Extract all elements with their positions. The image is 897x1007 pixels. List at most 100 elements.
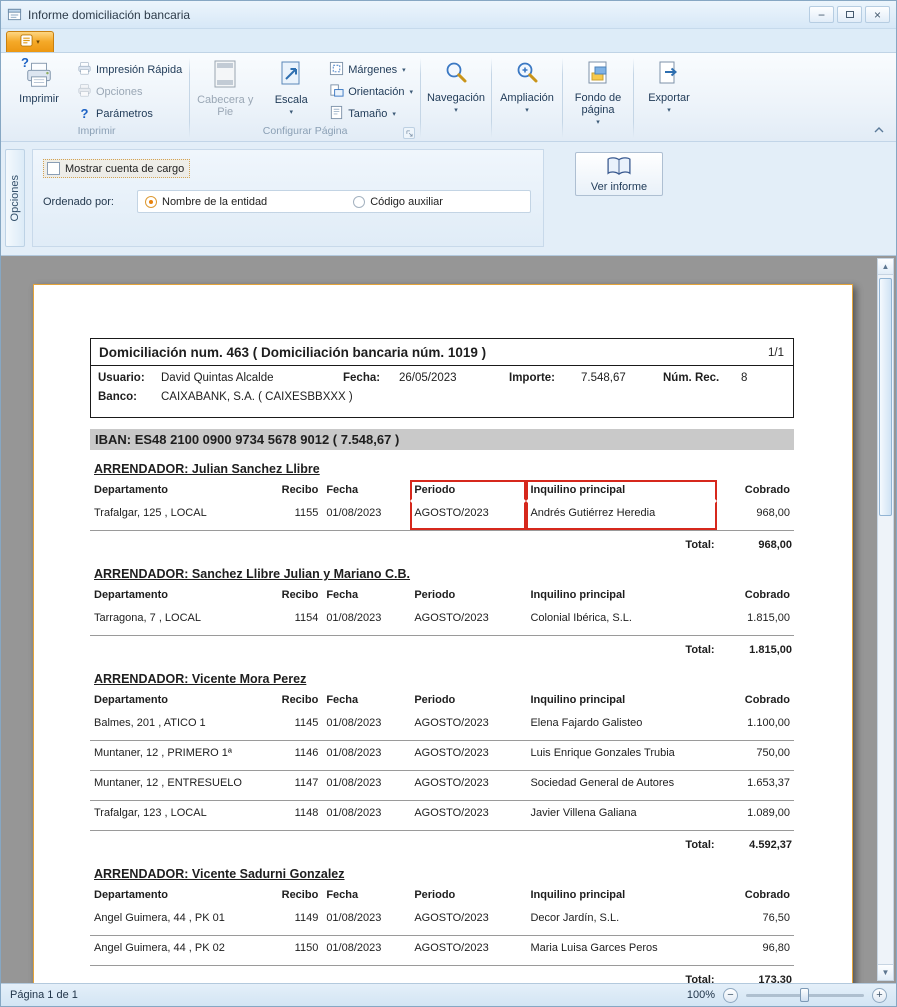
col-header-inquilino-highlighted: Inquilino principal xyxy=(526,480,716,501)
parametros-button[interactable]: ? Parámetros xyxy=(73,104,186,123)
zoom-in-button[interactable]: + xyxy=(872,988,887,1003)
parametros-label: Parámetros xyxy=(96,108,153,120)
cell-fecha: 01/08/2023 xyxy=(322,906,410,935)
cell-recibo: 1150 xyxy=(266,936,322,965)
imprimir-button[interactable]: ? Imprimir xyxy=(7,56,71,124)
cell-inquilino: Luis Enrique Gonzales Trubia xyxy=(526,741,716,770)
tamano-button[interactable]: Tamaño ▾ xyxy=(325,104,417,123)
opciones-button: Opciones xyxy=(73,82,186,101)
ampliacion-dropdown-icon: ▾ xyxy=(525,105,529,117)
options-panel: Mostrar cuenta de cargo Ordenado por: No… xyxy=(32,149,544,247)
table-row: Tarragona, 7 , LOCAL 1154 01/08/2023 AGO… xyxy=(90,606,794,635)
importe-value: 7.548,67 xyxy=(581,372,626,384)
restore-icon xyxy=(846,11,854,18)
col-header-periodo: Periodo xyxy=(410,585,526,606)
col-header-periodo: Periodo xyxy=(410,690,526,711)
ribbon-group-configurar-pagina: Cabecera y Pie Escala ▾ Márgenes xyxy=(191,55,419,141)
table-row: Angel Guimera, 44 , PK 01 1149 01/08/202… xyxy=(90,906,794,935)
margenes-dropdown-icon: ▾ xyxy=(402,66,406,74)
cell-departamento: Trafalgar, 123 , LOCAL xyxy=(90,801,266,830)
total-label: Total: xyxy=(90,966,717,983)
report-section: ARRENDADOR: Julian Sanchez Llibre Depart… xyxy=(90,462,794,555)
file-menu-button[interactable]: ▾ xyxy=(6,31,54,52)
zoom-magnifier-icon xyxy=(514,60,540,89)
cell-departamento: Muntaner, 12 , PRIMERO 1ª xyxy=(90,741,266,770)
arrendador-heading: ARRENDADOR: Vicente Mora Perez xyxy=(94,672,794,686)
open-book-icon xyxy=(606,156,632,179)
chevron-up-icon xyxy=(874,127,884,133)
ribbon-group-fondo: Fondo de página ▾ xyxy=(564,55,632,141)
dialog-launcher-button[interactable] xyxy=(403,127,415,139)
impresion-rapida-button[interactable]: Impresión Rápida xyxy=(73,60,186,79)
group-label-configurar-pagina: Configurar Página xyxy=(193,125,417,141)
app-window: Informe domiciliación bancaria − × ▾ ? xyxy=(0,0,897,1007)
checkbox-icon xyxy=(47,162,60,175)
zoom-slider-thumb[interactable] xyxy=(800,988,809,1002)
scrollbar-thumb[interactable] xyxy=(879,278,892,516)
col-header-periodo: Periodo xyxy=(410,885,526,906)
navegacion-button[interactable]: Navegación ▾ xyxy=(424,56,488,124)
table-row: Trafalgar, 125 , LOCAL 1155 01/08/2023 A… xyxy=(90,501,794,530)
ver-informe-button[interactable]: Ver informe xyxy=(575,152,663,196)
col-header-inquilino: Inquilino principal xyxy=(526,885,716,906)
report-table: Departamento Recibo Fecha Periodo Inquil… xyxy=(90,885,794,983)
ribbon-separator xyxy=(189,58,190,138)
total-value: 1.815,00 xyxy=(717,636,794,660)
num-rec-value: 8 xyxy=(741,372,747,384)
mostrar-cuenta-checkbox[interactable]: Mostrar cuenta de cargo xyxy=(43,159,190,178)
ribbon-group-ampliacion: Ampliación ▾ xyxy=(493,55,561,141)
zoom-controls: 100% − + xyxy=(687,988,887,1003)
orientacion-button[interactable]: Orientación ▾ xyxy=(325,82,417,101)
col-header-fecha: Fecha xyxy=(322,885,410,906)
minimize-button[interactable]: − xyxy=(809,6,834,23)
cell-fecha: 01/08/2023 xyxy=(322,771,410,800)
cell-departamento: Angel Guimera, 44 , PK 02 xyxy=(90,936,266,965)
scroll-up-button[interactable]: ▲ xyxy=(878,259,893,275)
collapse-ribbon-button[interactable] xyxy=(870,123,888,137)
col-header-recibo: Recibo xyxy=(266,585,322,606)
scroll-down-button[interactable]: ▼ xyxy=(878,964,893,980)
statusbar: Página 1 de 1 100% − + xyxy=(1,983,896,1006)
cell-cobrado: 1.089,00 xyxy=(717,801,794,830)
quick-print-icon xyxy=(77,61,92,79)
margenes-button[interactable]: Márgenes ▾ xyxy=(325,60,417,79)
col-header-cobrado: Cobrado xyxy=(717,885,794,906)
zoom-level: 100% xyxy=(687,989,715,1001)
cell-periodo: AGOSTO/2023 xyxy=(410,771,526,800)
cell-cobrado: 76,50 xyxy=(717,906,794,935)
zoom-slider[interactable] xyxy=(746,994,864,997)
fondo-de-pagina-button[interactable]: Fondo de página ▾ xyxy=(566,56,630,131)
usuario-label: Usuario: xyxy=(98,372,145,384)
report-section: ARRENDADOR: Sanchez Llibre Julian y Mari… xyxy=(90,567,794,660)
escala-button[interactable]: Escala ▾ xyxy=(259,56,323,124)
ampliacion-button[interactable]: Ampliación ▾ xyxy=(495,56,559,124)
restore-button[interactable] xyxy=(837,6,862,23)
cell-fecha: 01/08/2023 xyxy=(322,741,410,770)
radio-codigo-auxiliar[interactable]: Código auxiliar xyxy=(353,196,443,208)
margenes-label: Márgenes xyxy=(348,64,397,76)
page-background-icon xyxy=(586,60,610,89)
report-info-row: Usuario: David Quintas Alcalde Fecha: 26… xyxy=(91,370,793,389)
navegacion-dropdown-icon: ▾ xyxy=(454,105,458,117)
radio-nombre-entidad[interactable]: Nombre de la entidad xyxy=(145,196,267,208)
vertical-scrollbar[interactable]: ▲ ▼ xyxy=(877,258,894,981)
col-header-departamento: Departamento xyxy=(90,690,266,711)
fecha-value: 26/05/2023 xyxy=(399,372,457,384)
scroll-down-icon: ▼ xyxy=(882,968,890,977)
tab-opciones[interactable]: Opciones xyxy=(5,149,25,247)
usuario-value: David Quintas Alcalde xyxy=(161,372,274,384)
margins-icon xyxy=(329,61,344,79)
escala-label: Escala xyxy=(275,94,308,106)
zoom-out-button[interactable]: − xyxy=(723,988,738,1003)
report-header-box: Domiciliación num. 463 ( Domiciliación b… xyxy=(90,338,794,418)
ribbon: ? Imprimir Impresión Rápida xyxy=(1,53,896,142)
exportar-button[interactable]: Exportar ▾ xyxy=(637,56,701,124)
cell-periodo: AGOSTO/2023 xyxy=(410,606,526,635)
orientation-icon xyxy=(329,83,344,101)
cell-inquilino: Colonial Ibérica, S.L. xyxy=(526,606,716,635)
cell-periodo: AGOSTO/2023 xyxy=(410,936,526,965)
report-title: Domiciliación num. 463 ( Domiciliación b… xyxy=(91,339,793,366)
col-header-cobrado: Cobrado xyxy=(717,585,794,606)
close-button[interactable]: × xyxy=(865,6,890,23)
cell-inquilino: Decor Jardín, S.L. xyxy=(526,906,716,935)
